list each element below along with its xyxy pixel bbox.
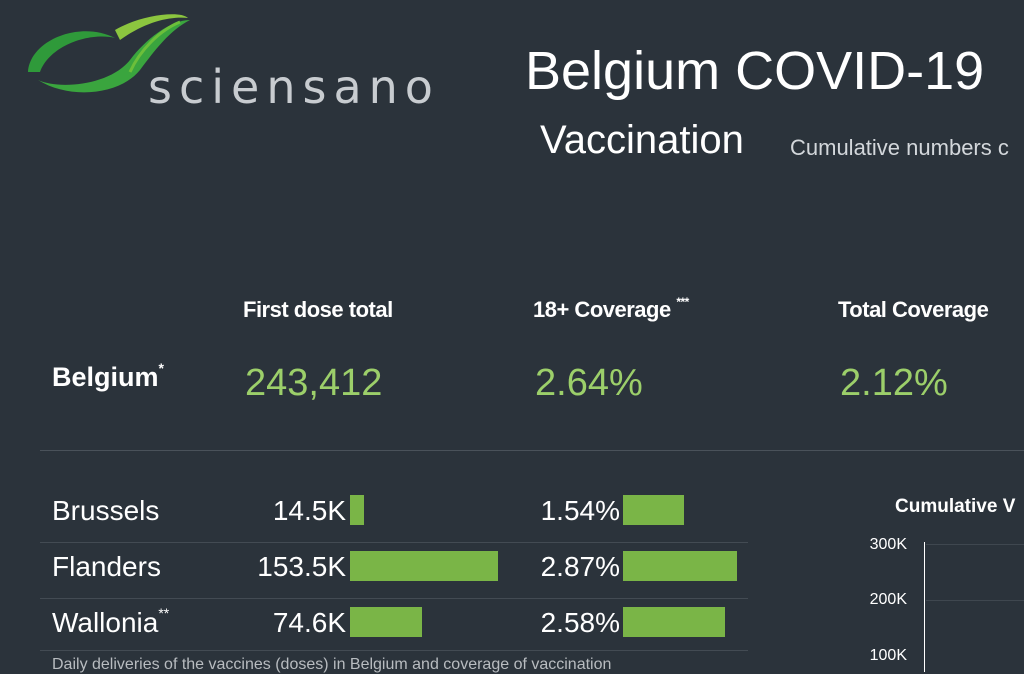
belgium-label: Belgium*	[52, 360, 164, 393]
y-tick-label: 200K	[869, 591, 907, 608]
first-dose-value: 153.5K	[257, 551, 346, 582]
first-dose-bar	[350, 495, 364, 525]
coverage-bar	[623, 607, 725, 637]
section-divider	[40, 450, 1024, 451]
region-name: Flanders	[52, 551, 161, 582]
coverage-value: 2.87%	[540, 551, 620, 582]
footnote-mark: ***	[676, 295, 689, 309]
region-name: Wallonia	[52, 607, 159, 638]
sciensano-logo: sciensano	[20, 10, 450, 114]
gridline	[926, 544, 1024, 545]
row-separator	[40, 650, 748, 651]
subtitle-note: Cumulative numbers c	[790, 135, 1009, 160]
gridline	[926, 600, 1024, 601]
column-first-dose: First dose total	[243, 297, 393, 323]
region-name: Brussels	[52, 495, 160, 526]
adult-coverage-value: 2.64%	[535, 362, 643, 404]
coverage-value: 1.54%	[540, 495, 620, 526]
y-axis	[924, 542, 925, 672]
row-separator	[40, 598, 748, 599]
first-dose-bar	[350, 607, 422, 637]
column-label: Total Coverage	[838, 297, 989, 322]
column-total-coverage: Total Coverage	[838, 297, 989, 323]
coverage-value: 2.58%	[540, 607, 620, 638]
first-dose-value: 74.6K	[272, 607, 346, 638]
y-tick-label: 100K	[869, 647, 907, 664]
total-coverage-value: 2.12%	[840, 362, 948, 404]
column-adult-coverage: 18+ Coverage ***	[533, 295, 689, 323]
page-subtitle: Vaccination	[540, 118, 744, 162]
coverage-bar	[623, 495, 684, 525]
page-title: Belgium COVID-19	[525, 41, 985, 101]
column-label: 18+ Coverage	[533, 297, 671, 322]
y-tick-label: 300K	[869, 536, 907, 553]
footer-note: Daily deliveries of the vaccines (doses)…	[52, 656, 612, 673]
footnote-mark: *	[158, 360, 164, 376]
cumulative-chart-title: Cumulative V	[895, 496, 1016, 517]
column-label: First dose total	[243, 297, 393, 322]
brand-name: sciensano	[148, 60, 440, 114]
row-separator	[40, 542, 748, 543]
first-dose-value: 14.5K	[272, 495, 346, 526]
footnote-mark: **	[158, 605, 170, 621]
first-dose-bar	[350, 551, 498, 581]
region-label-flanders: Flanders	[52, 551, 161, 583]
region-name: Belgium	[52, 362, 159, 392]
region-label-brussels: Brussels	[52, 495, 159, 527]
region-label-wallonia: Wallonia**	[52, 605, 170, 639]
coverage-bar	[623, 551, 737, 581]
first-dose-total-value: 243,412	[245, 362, 383, 404]
